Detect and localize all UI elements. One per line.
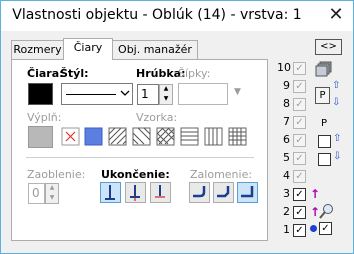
layer-number: 7 — [283, 115, 290, 128]
thickness-input[interactable]: 1 — [137, 84, 159, 105]
ciara-label: Čiara: — [27, 67, 64, 80]
arrow-up-icon[interactable]: ⇧ — [332, 80, 340, 91]
join-miter-icon — [241, 186, 254, 198]
expand-toggle-button[interactable]: <> — [315, 39, 342, 55]
sipky-label: Šípky: — [178, 67, 211, 80]
rounding-value: 0 — [32, 186, 40, 200]
layer-checkbox[interactable]: ✓ — [293, 170, 306, 183]
thickness-value: 1 — [141, 87, 149, 101]
pattern-back-diagonal-icon — [132, 127, 151, 146]
ukoncenie-label: Ukončenie: — [101, 168, 170, 181]
layer-number: 1 — [283, 223, 290, 236]
arrows-select[interactable] — [178, 83, 228, 105]
layer-checkbox[interactable]: ✓ — [293, 188, 306, 201]
layer-checkbox[interactable]: ✓ — [293, 116, 306, 129]
title-bar: Vlastnosti objektu - Oblúk (14) - vrstva… — [1, 1, 353, 31]
arrow-up-icon[interactable]: ⇧ — [333, 133, 341, 144]
fill-color-swatch[interactable] — [28, 126, 53, 148]
layer-number: 5 — [283, 151, 290, 164]
magnifier-icon[interactable] — [319, 203, 335, 222]
chevron-up-icon[interactable]: ▲ — [46, 184, 58, 194]
tab-obj-manazer[interactable]: Obj. manažér — [112, 40, 198, 59]
cap-flat-icon — [105, 185, 115, 200]
layer-checkbox[interactable]: ✓ — [293, 134, 306, 147]
join-round-button[interactable] — [189, 182, 210, 203]
layer-checkbox[interactable]: ✓ — [293, 98, 306, 111]
cap-round-button[interactable] — [150, 182, 171, 203]
layer-checkbox[interactable]: ✓ — [293, 206, 306, 219]
pattern-diagonal-icon — [108, 127, 127, 146]
layers-stack-icon[interactable] — [315, 61, 333, 80]
thickness-stepper[interactable]: ▲ ▼ — [159, 84, 173, 105]
dialog-window: Vlastnosti objektu - Oblúk (14) - vrstva… — [0, 0, 354, 254]
divider — [26, 157, 254, 158]
layer-checkbox[interactable]: ✓ — [293, 80, 306, 93]
cap-square-icon — [130, 185, 140, 201]
layers-panel: 10 ✓ 9 ✓ 8 ✓ 7 ✓ 6 ✓ 5 ✓ 4 ✓ 3 ✓ 2 ✓ 1 ✓… — [277, 61, 347, 241]
rounding-stepper[interactable]: ▲ ▼ — [45, 183, 59, 204]
active-layer-dot-icon — [310, 225, 317, 232]
arrow-up-magenta-icon: ↑ — [310, 187, 321, 201]
layer-number: 9 — [283, 79, 290, 92]
layer-number: 2 — [283, 205, 290, 218]
layer-number: 3 — [283, 187, 290, 200]
chevron-up-icon[interactable]: ▲ — [160, 85, 172, 95]
lines-panel: Čiara: Štýl: Hrúbka: Šípky: 1 ▲ ▼ ▼ Výpl… — [11, 59, 268, 241]
join-round-icon — [193, 186, 206, 198]
chevron-down-icon — [120, 88, 130, 101]
line-style-preview — [66, 94, 116, 95]
option-checkbox[interactable] — [318, 153, 331, 166]
chevron-down-icon[interactable]: ▼ — [160, 95, 172, 105]
line-style-select[interactable] — [61, 83, 133, 105]
layer-number: 8 — [283, 97, 290, 110]
rounding-input[interactable]: 0 — [28, 183, 45, 204]
pattern-none-icon — [61, 127, 80, 146]
pattern-grid-icon — [228, 127, 247, 146]
layer-number: 4 — [283, 169, 290, 182]
join-bevel-icon — [217, 186, 230, 198]
zalomenie-label: Zalomenie: — [190, 168, 253, 181]
pattern-crosshatch-icon — [156, 127, 175, 146]
option-checkbox[interactable] — [318, 135, 331, 148]
vypln-label: Výplň: — [27, 111, 62, 124]
cap-flat-button[interactable] — [100, 182, 121, 203]
line-color-swatch[interactable] — [28, 83, 53, 105]
window-title: Vlastnosti objektu - Oblúk (14) - vrstva… — [12, 7, 302, 23]
arrow-down-icon[interactable]: ⇩ — [332, 97, 340, 108]
vzorka-label: Vzorka: — [136, 111, 178, 124]
arrow-down-icon[interactable]: ⇩ — [333, 151, 341, 162]
tab-ciary[interactable]: Čiary — [63, 38, 113, 60]
layer-checkbox[interactable]: ✓ — [293, 224, 306, 237]
join-miter-button[interactable] — [237, 182, 258, 203]
tab-rozmery[interactable]: Rozmery — [11, 40, 64, 59]
join-bevel-button[interactable] — [213, 182, 234, 203]
layer-checkbox[interactable]: ✓ — [293, 62, 306, 75]
zaoblenie-label: Zaoblenie: — [27, 168, 86, 181]
pattern-palette — [61, 127, 247, 146]
cap-round-icon — [155, 185, 165, 198]
pattern-vertical-icon — [204, 127, 223, 146]
layer-number: 6 — [283, 133, 290, 146]
p-label: P — [321, 118, 328, 129]
chevron-down-icon[interactable]: ▼ — [46, 194, 58, 204]
arrows-dropdown-icon[interactable]: ▼ — [234, 87, 241, 97]
close-button[interactable]: ✕ — [323, 4, 349, 26]
cap-square-button[interactable] — [125, 182, 146, 203]
layer-number: 10 — [277, 61, 291, 74]
p-button[interactable]: P — [315, 87, 330, 104]
styl-label: Štýl: — [60, 67, 89, 80]
pattern-horizontal-icon — [180, 127, 199, 146]
pattern-solid-icon — [84, 127, 103, 146]
layer-lock-checkbox[interactable]: ✓ — [319, 222, 332, 235]
layer-checkbox[interactable]: ✓ — [293, 152, 306, 165]
